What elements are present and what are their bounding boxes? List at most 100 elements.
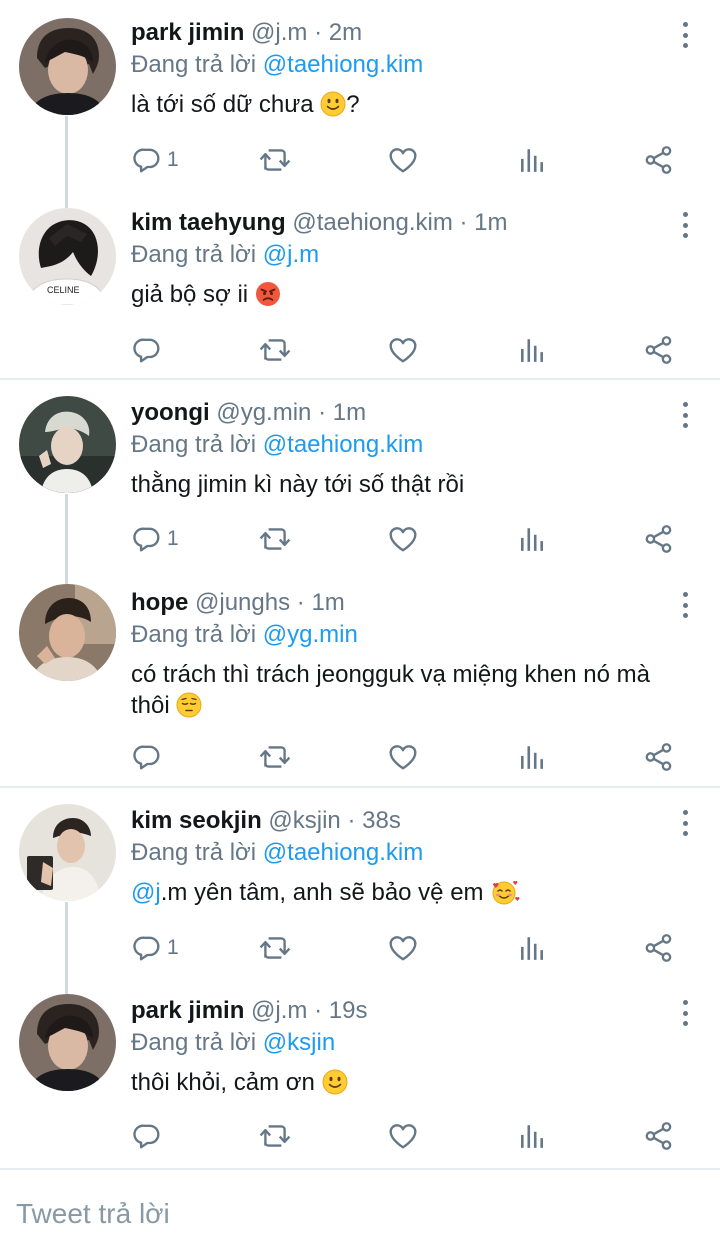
- display-name[interactable]: park jimin: [131, 997, 244, 1024]
- analytics-icon: [518, 525, 546, 553]
- share-button[interactable]: [644, 1119, 674, 1153]
- analytics-button[interactable]: [518, 931, 546, 965]
- replying-to: Đang trả lời @taehiong.kim: [131, 838, 660, 868]
- retweet-button[interactable]: [259, 1119, 291, 1153]
- avatar[interactable]: [19, 396, 116, 493]
- reply-button[interactable]: 1: [133, 143, 179, 177]
- handle[interactable]: @j.m: [251, 19, 307, 46]
- replying-to-mention[interactable]: @taehiong.kim: [263, 839, 423, 866]
- display-name[interactable]: kim seokjin: [131, 807, 262, 834]
- heart-icon: [388, 336, 418, 364]
- tweet-text-suffix: ?: [346, 91, 360, 118]
- separator-dot: ·: [347, 807, 356, 834]
- display-name[interactable]: kim taehyung: [131, 209, 286, 236]
- share-button[interactable]: [644, 740, 674, 774]
- reply-composer[interactable]: Tweet trả lời: [0, 1168, 720, 1255]
- like-button[interactable]: [388, 1119, 418, 1153]
- tweet[interactable]: park jimin @j.m · 19s Đang trả lời @ksji…: [0, 978, 720, 1168]
- like-button[interactable]: [388, 143, 418, 177]
- reply-count: 1: [167, 148, 179, 171]
- separator-dot: ·: [314, 997, 323, 1024]
- reply-button[interactable]: [133, 1119, 161, 1153]
- svg-text:CELINE: CELINE: [47, 285, 80, 295]
- timestamp[interactable]: 2m: [329, 19, 362, 46]
- share-button[interactable]: [644, 143, 674, 177]
- tweet[interactable]: yoongi @yg.min · 1m Đang trả lời @taehio…: [0, 380, 720, 570]
- replying-to-mention[interactable]: @ksjin: [263, 1029, 335, 1056]
- share-button[interactable]: [644, 333, 674, 367]
- pensive-face-icon: [176, 692, 202, 718]
- display-name[interactable]: park jimin: [131, 19, 244, 46]
- timestamp[interactable]: 38s: [362, 807, 401, 834]
- retweet-button[interactable]: [259, 740, 291, 774]
- reply-button[interactable]: [133, 333, 161, 367]
- timestamp[interactable]: 19s: [329, 997, 368, 1024]
- more-options-icon[interactable]: [680, 400, 690, 430]
- separator-dot: ·: [459, 209, 468, 236]
- replying-to-mention[interactable]: @taehiong.kim: [263, 431, 423, 458]
- replying-to-mention[interactable]: @yg.min: [263, 621, 358, 648]
- like-button[interactable]: [388, 333, 418, 367]
- tweet-header: yoongi @yg.min · 1m: [131, 398, 660, 428]
- analytics-button[interactable]: [518, 522, 546, 556]
- more-options-icon[interactable]: [680, 210, 690, 240]
- replying-to-mention[interactable]: @taehiong.kim: [263, 51, 423, 78]
- more-options-icon[interactable]: [680, 808, 690, 838]
- replying-to-label: Đang trả lời: [131, 431, 257, 458]
- timestamp[interactable]: 1m: [333, 399, 366, 426]
- reply-input[interactable]: Tweet trả lời: [16, 1198, 170, 1230]
- display-name[interactable]: hope: [131, 589, 188, 616]
- more-options-icon[interactable]: [680, 20, 690, 50]
- analytics-icon: [518, 934, 546, 962]
- handle[interactable]: @yg.min: [216, 399, 311, 426]
- reply-button[interactable]: 1: [133, 522, 179, 556]
- tweet-text: có trách thì trách jeongguk vạ miệng khe…: [131, 659, 661, 721]
- analytics-button[interactable]: [518, 143, 546, 177]
- avatar[interactable]: [19, 584, 116, 681]
- tweet-actions: [131, 740, 691, 774]
- avatar[interactable]: [19, 18, 116, 115]
- handle[interactable]: @ksjin: [268, 807, 340, 834]
- timestamp[interactable]: 1m: [474, 209, 507, 236]
- tweet[interactable]: kim seokjin @ksjin · 38s Đang trả lời @t…: [0, 788, 720, 978]
- display-name[interactable]: yoongi: [131, 399, 210, 426]
- analytics-button[interactable]: [518, 1119, 546, 1153]
- reply-icon: [133, 1122, 161, 1150]
- share-icon: [644, 1121, 674, 1151]
- retweet-button[interactable]: [259, 143, 291, 177]
- more-options-icon[interactable]: [680, 590, 690, 620]
- share-button[interactable]: [644, 931, 674, 965]
- reply-button[interactable]: 1: [133, 931, 179, 965]
- avatar[interactable]: [19, 804, 116, 901]
- like-button[interactable]: [388, 522, 418, 556]
- tweet[interactable]: CELINE kim taehyung @taehiong.kim · 1m Đ…: [0, 190, 720, 380]
- like-button[interactable]: [388, 931, 418, 965]
- tweet-text: @j.m yên tâm, anh sẽ bảo vệ em: [131, 877, 660, 908]
- retweet-button[interactable]: [259, 522, 291, 556]
- handle[interactable]: @taehiong.kim: [292, 209, 452, 236]
- retweet-icon: [259, 1122, 291, 1150]
- like-button[interactable]: [388, 740, 418, 774]
- reply-icon: [133, 743, 161, 771]
- analytics-icon: [518, 146, 546, 174]
- retweet-button[interactable]: [259, 931, 291, 965]
- replying-to: Đang trả lời @ksjin: [131, 1028, 660, 1058]
- retweet-button[interactable]: [259, 333, 291, 367]
- timestamp[interactable]: 1m: [311, 589, 344, 616]
- handle[interactable]: @junghs: [195, 589, 290, 616]
- share-button[interactable]: [644, 522, 674, 556]
- avatar[interactable]: [19, 994, 116, 1091]
- tweet-text-mention[interactable]: @j: [131, 879, 161, 906]
- tweet[interactable]: park jimin @j.m · 2m Đang trả lời @taehi…: [0, 0, 720, 190]
- replying-to-mention[interactable]: @j.m: [263, 241, 319, 268]
- analytics-button[interactable]: [518, 740, 546, 774]
- handle[interactable]: @j.m: [251, 997, 307, 1024]
- tweet-text-body: giả bộ sợ ii: [131, 281, 249, 308]
- analytics-button[interactable]: [518, 333, 546, 367]
- more-options-icon[interactable]: [680, 998, 690, 1028]
- reply-button[interactable]: [133, 740, 161, 774]
- tweet-text-body: thằng jimin kì này tới số thật rồi: [131, 471, 465, 498]
- tweet-text: thôi khỏi, cảm ơn: [131, 1067, 660, 1098]
- tweet[interactable]: hope @junghs · 1m Đang trả lời @yg.min c…: [0, 570, 720, 786]
- avatar[interactable]: CELINE: [19, 208, 116, 305]
